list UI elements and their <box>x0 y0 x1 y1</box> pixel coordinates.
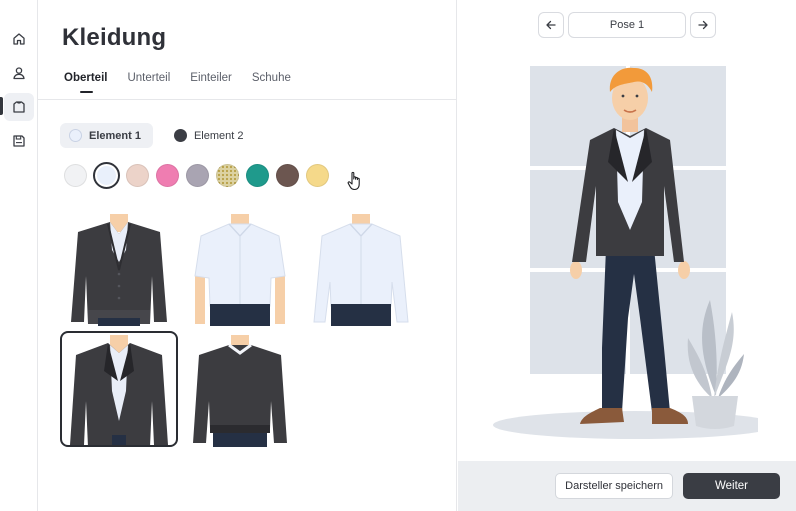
user-icon <box>13 67 25 80</box>
preview-footer: Darsteller speichern Weiter <box>458 461 796 511</box>
swatch-light-gray[interactable] <box>64 164 87 187</box>
tab-einteiler[interactable]: Einteiler <box>190 72 232 93</box>
character-preview-panel: Pose 1 Darsteller speichern Weiter <box>458 0 796 511</box>
tabs-divider <box>38 99 457 100</box>
pose-selector: Pose 1 <box>538 12 716 38</box>
element-2-color-dot <box>173 129 187 142</box>
swatch-pink[interactable] <box>156 164 179 187</box>
cardigan-illustration <box>71 214 167 326</box>
swatch-teal[interactable] <box>246 164 269 187</box>
previous-pose-button[interactable] <box>538 12 564 38</box>
garment-shirt-long-sleeve[interactable] <box>302 210 420 326</box>
element-1-chip[interactable]: Element 1 <box>60 123 153 148</box>
garment-sweater[interactable] <box>181 331 299 447</box>
save-character-button[interactable]: Darsteller speichern <box>555 473 673 499</box>
next-pose-button[interactable] <box>690 12 716 38</box>
element-1-color-dot <box>69 129 82 142</box>
tab-unterteil[interactable]: Unterteil <box>127 72 170 93</box>
clothing-tabs: Oberteil Unterteil Einteiler Schuhe <box>64 72 311 93</box>
pose-label: Pose 1 <box>568 12 686 38</box>
garment-blazer[interactable] <box>60 331 178 447</box>
arrow-right-icon <box>698 20 708 30</box>
nav-active-indicator <box>0 97 3 115</box>
long-sleeve-shirt-illustration <box>313 214 409 326</box>
element-2-chip[interactable]: Element 2 <box>165 123 256 148</box>
element-1-label: Element 1 <box>89 129 141 142</box>
nav-character-button[interactable] <box>4 59 34 87</box>
nav-save-button[interactable] <box>4 127 34 155</box>
clothing-editor-panel: Kleidung Oberteil Unterteil Einteiler Sc… <box>38 0 457 511</box>
sidebar-rail <box>0 0 38 511</box>
swatch-light-blue[interactable] <box>93 162 120 189</box>
swatch-brown[interactable] <box>276 164 299 187</box>
element-selector: Element 1 Element 2 <box>60 123 256 148</box>
page-title: Kleidung <box>62 24 167 51</box>
swatch-mauve-gray[interactable] <box>186 164 209 187</box>
character-scene <box>493 66 758 439</box>
save-icon <box>13 135 25 147</box>
hand-cursor-icon <box>347 171 360 191</box>
garment-cardigan[interactable] <box>60 210 178 326</box>
arrow-left-icon <box>546 20 556 30</box>
tab-schuhe[interactable]: Schuhe <box>252 72 291 93</box>
color-swatches <box>64 162 336 189</box>
nav-home-button[interactable] <box>4 25 34 53</box>
nav-clothing-button[interactable] <box>4 93 34 121</box>
shirt-icon <box>13 101 25 113</box>
element-2-label: Element 2 <box>193 129 244 142</box>
home-icon <box>13 33 25 45</box>
sweater-illustration <box>193 335 287 447</box>
next-button[interactable]: Weiter <box>683 473 780 499</box>
short-sleeve-shirt-illustration <box>194 214 286 326</box>
swatch-beige-pink[interactable] <box>126 164 149 187</box>
blazer-illustration <box>70 335 168 445</box>
swatch-yellow[interactable] <box>306 164 329 187</box>
swatch-dotted-pattern[interactable] <box>216 164 239 187</box>
garment-shirt-short-sleeve[interactable] <box>181 210 299 326</box>
tab-oberteil[interactable]: Oberteil <box>64 72 107 93</box>
